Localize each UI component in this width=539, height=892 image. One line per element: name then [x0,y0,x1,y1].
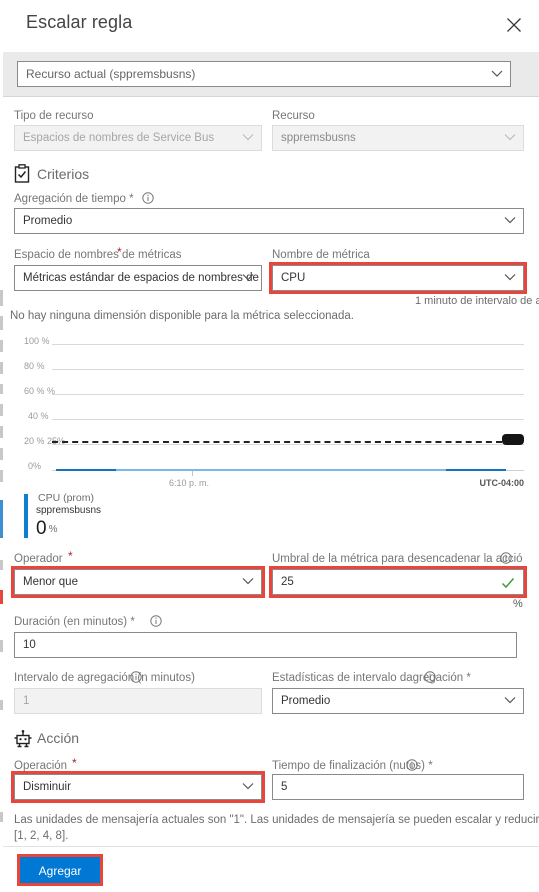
operation-required: * [72,756,77,770]
threshold-line [52,441,502,443]
info-icon[interactable] [424,671,436,686]
info-icon[interactable] [406,759,418,774]
robot-icon [13,729,33,752]
info-icon[interactable] [500,552,512,567]
gridline-80 [52,369,524,370]
ytick-label: 60 % % [24,386,56,396]
blade-header: Escalar regla [0,0,539,52]
dimension-note: No hay ninguna dimensión disponible para… [10,310,354,322]
threshold-highlight [269,566,527,598]
page-title: Escalar regla [26,12,133,32]
metric-name-label: Nombre de métrica [272,249,370,261]
aggregation-interval-label-a: Intervalo de agregación ( [14,672,142,684]
ytick-label: 40 % [28,411,49,421]
gridline-100 [52,344,524,345]
time-aggregation-value: Promedio [23,215,73,227]
metric-chart: 100 % 80 % 60 % % 40 % 20 % 25% 0% 6:10 … [24,330,524,488]
legend-value-unit: % [48,524,58,535]
aggregation-interval-value: 1 [23,695,30,707]
scale-rule-blade: Escalar regla Recurso actual (sppremsbus… [0,0,539,892]
aggregation-stats-label: Estadísticas de intervalo dagregación * [272,672,471,684]
resource-value: sppremsbusns [281,132,356,144]
operation-highlight [11,771,265,803]
ytick-label: 100 % [24,336,50,346]
cooldown-input[interactable]: 5 [272,774,524,800]
metric-name-highlight [269,262,527,294]
scaling-message: Las unidades de mensajería actuales son … [14,814,539,842]
chart-series-segment [116,469,446,471]
add-button-highlight [17,854,103,886]
ytick-label: 80 % [24,361,45,371]
legend-color-swatch [24,494,28,538]
aggregation-stats-label-b: agregación * [406,672,471,684]
info-icon[interactable] [150,615,162,630]
aggregation-stats-value: Promedio [281,695,331,707]
gridline-60 [52,394,524,395]
resource-type-value: Espacios de nombres de Service Bus [23,132,215,144]
threshold-label: Umbral de la métrica para desencadenar l… [272,553,523,565]
duration-value: 10 [23,639,36,651]
cooldown-value: 5 [281,781,288,793]
resource-type-label: Tipo de recurso [14,110,94,122]
metric-namespace-label: Espacio de nombres de métricas [14,249,181,261]
chevron-down-icon [242,126,254,150]
threshold-unit: % [513,598,523,610]
metric-namespace-label-text: Espacio de nombres de métricas [14,249,182,261]
xtick-mark [192,471,193,476]
aggregation-interval-input: 1 [14,688,262,714]
resource-label: Recurso [272,110,315,122]
footer-divider [3,846,539,847]
chart-series-segment [446,469,506,471]
chart-timezone-label: UTC-04:00 [479,478,524,488]
chevron-down-icon [491,62,503,86]
operator-label-text: Operador [14,553,63,565]
close-button[interactable] [497,8,531,42]
metric-namespace-select[interactable]: Métricas estándar de espacios de nombres… [14,265,262,291]
info-icon[interactable] [142,192,154,207]
legend-resource-name: sppremsbusns [36,505,102,516]
chevron-down-icon [504,209,516,233]
gridline-40 [52,419,524,420]
resource-type-select: Espacios de nombres de Service Bus [14,125,262,151]
legend-value: 0% [36,518,57,540]
aggregation-interval-label: Intervalo de agregación (n minutos) [14,672,195,684]
info-icon[interactable] [130,671,142,686]
operator-required: * [68,549,73,563]
aggregation-interval-label-b: n minutos) [141,672,195,684]
duration-label: Duración (en minutos) * [14,616,135,628]
metric-namespace-value: Métricas estándar de espacios de nombres… [23,272,261,284]
clipboard-check-icon [13,164,31,187]
metric-namespace-required: * [117,245,122,259]
metric-interval-hint: 1 minuto de intervalo de a [415,295,539,307]
chart-series-segment [56,469,116,471]
operator-label: Operador [14,553,63,565]
aggregation-stats-select[interactable]: Promedio [272,688,524,714]
current-resource-value: Recurso actual (sppremsbusns) [26,67,196,81]
threshold-handle[interactable] [502,434,524,445]
chevron-down-icon [504,126,516,150]
resource-select: sppremsbusns [272,125,524,151]
duration-label-text: Duración (en minutos) * [14,616,135,628]
threshold-label-text: Umbral de la métrica para desencadenar l… [272,553,523,565]
gridline-20 [52,444,524,445]
close-icon [507,18,521,32]
action-section-title: Acción [37,730,80,746]
time-aggregation-label: Agregación de tiempo * [14,192,154,207]
legend-series-name: CPU (prom) [38,492,95,504]
time-aggregation-label-text: Agregación de tiempo * [14,193,134,205]
time-aggregation-select[interactable]: Promedio [14,208,524,234]
cooldown-label-a: Tiempo de finalización ( [272,760,394,772]
current-resource-select[interactable]: Recurso actual (sppremsbusns) [17,61,511,87]
aggregation-stats-label-a: Estadísticas de intervalo d [272,672,407,684]
blade-left-rail[interactable] [0,0,3,892]
duration-input[interactable]: 10 [14,632,517,658]
chevron-down-icon [504,689,516,713]
operator-highlight [11,566,265,598]
criteria-section-title: Criterios [37,166,90,182]
resource-selector-band: Recurso actual (sppremsbusns) [3,52,539,97]
legend-value-number: 0 [36,518,47,539]
xtick-label: 6:10 p. m. [169,478,210,488]
